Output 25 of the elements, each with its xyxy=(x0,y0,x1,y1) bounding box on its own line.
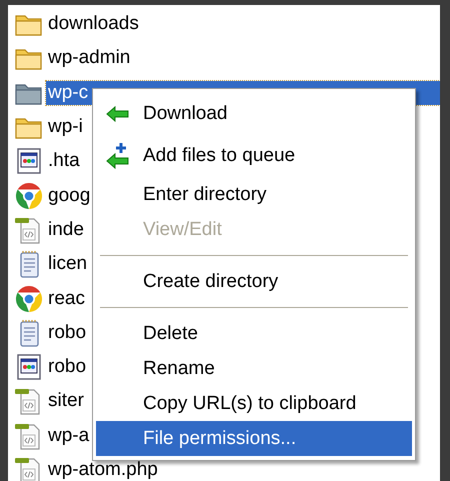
file-name[interactable]: inde xyxy=(46,218,86,242)
browser-icon xyxy=(14,284,44,314)
menu-item[interactable]: Copy URL(s) to clipboard xyxy=(96,386,412,421)
add-queue-icon xyxy=(106,142,130,170)
file-name[interactable]: goog xyxy=(46,184,92,208)
menu-item[interactable]: Download xyxy=(96,93,412,135)
menu-item[interactable]: Add files to queue xyxy=(96,135,412,177)
file-name[interactable]: wp-i xyxy=(46,115,85,140)
file-name[interactable]: robo xyxy=(46,355,88,380)
menu-item[interactable]: Rename xyxy=(96,351,412,386)
menu-item[interactable]: File permissions... xyxy=(96,421,412,456)
file-name[interactable]: downloads xyxy=(46,12,141,36)
file-name[interactable]: wp-atom.php xyxy=(46,458,160,481)
menu-item[interactable]: Create directory xyxy=(96,264,412,299)
left-arrow-icon xyxy=(106,106,130,122)
file-name[interactable]: wp-a xyxy=(46,424,92,448)
file-name[interactable]: siter xyxy=(46,389,86,414)
file-name[interactable]: wp-admin xyxy=(46,46,132,70)
menu-item[interactable]: Enter directory xyxy=(96,177,412,212)
file-name[interactable]: reac xyxy=(46,286,87,311)
file-name[interactable]: .hta xyxy=(46,149,82,174)
file-name[interactable]: licen xyxy=(46,252,90,276)
browser-icon xyxy=(14,180,44,211)
menu-item[interactable]: Delete xyxy=(96,316,412,351)
file-name[interactable]: robo xyxy=(46,320,88,345)
